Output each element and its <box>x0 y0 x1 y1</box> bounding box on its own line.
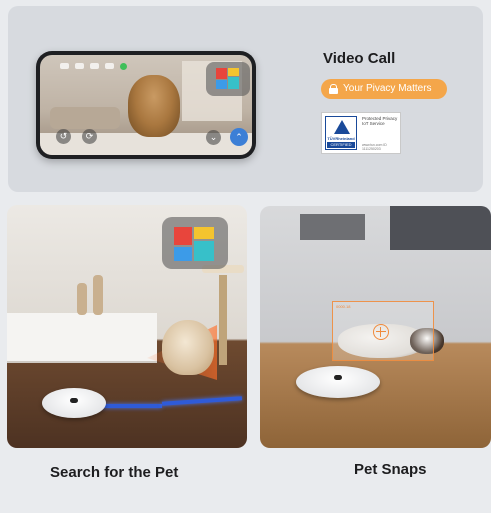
camera-tile-icon <box>206 62 250 96</box>
speaker-icon[interactable] <box>105 63 114 69</box>
search-pet-photo <box>7 205 247 448</box>
robot-path <box>97 404 162 408</box>
tuv-logo: TÜVRheinland CERTIFIED <box>325 116 357 150</box>
privacy-badge[interactable]: Your Pivacy Matters <box>321 79 447 99</box>
call-active-icon <box>120 63 127 70</box>
cat-image <box>162 320 214 375</box>
robot-vacuum <box>42 388 106 418</box>
video-call-title: Video Call <box>323 50 396 67</box>
camera-icon[interactable] <box>90 63 99 69</box>
crosshair-icon <box>373 324 389 340</box>
certificate-description: Protected Privacy IoT Service <box>362 116 398 126</box>
pet-snaps-caption: Pet Snaps <box>354 461 427 478</box>
chevron-up-button[interactable]: ⌃ <box>230 128 248 146</box>
couch-decor <box>50 107 120 129</box>
refresh-button[interactable]: ⟳ <box>82 129 97 144</box>
robot-path <box>161 396 243 406</box>
video-feed: ↺ ⟳ ⌄ ⌃ <box>40 55 252 155</box>
cat-image <box>128 75 180 137</box>
call-status-icons <box>60 63 127 70</box>
privacy-badge-label: Your Pivacy Matters <box>343 83 432 94</box>
certificate-url: www.tuv.com ID 1111250203 <box>362 143 387 151</box>
back-icon[interactable] <box>60 63 69 69</box>
chevron-down-button[interactable]: ⌄ <box>206 130 221 145</box>
vase-decor <box>93 275 103 315</box>
cabinet-decor <box>7 313 157 363</box>
phone-mockup: ↺ ⟳ ⌄ ⌃ <box>36 51 256 159</box>
mic-icon[interactable] <box>75 63 84 69</box>
rotate-left-button[interactable]: ↺ <box>56 129 71 144</box>
search-pet-caption: Search for the Pet <box>50 464 179 481</box>
wall-art <box>390 206 491 250</box>
snapshot-frame: 0000.18 <box>332 301 434 361</box>
pet-snaps-photo: 0000.18 <box>260 206 491 448</box>
tuv-certificate: TÜVRheinland CERTIFIED Protected Privacy… <box>321 112 401 154</box>
camera-tile-icon <box>162 217 228 269</box>
lock-icon <box>329 84 338 94</box>
wall-art <box>300 214 365 240</box>
vase-decor <box>77 283 87 315</box>
robot-vacuum <box>296 366 380 398</box>
